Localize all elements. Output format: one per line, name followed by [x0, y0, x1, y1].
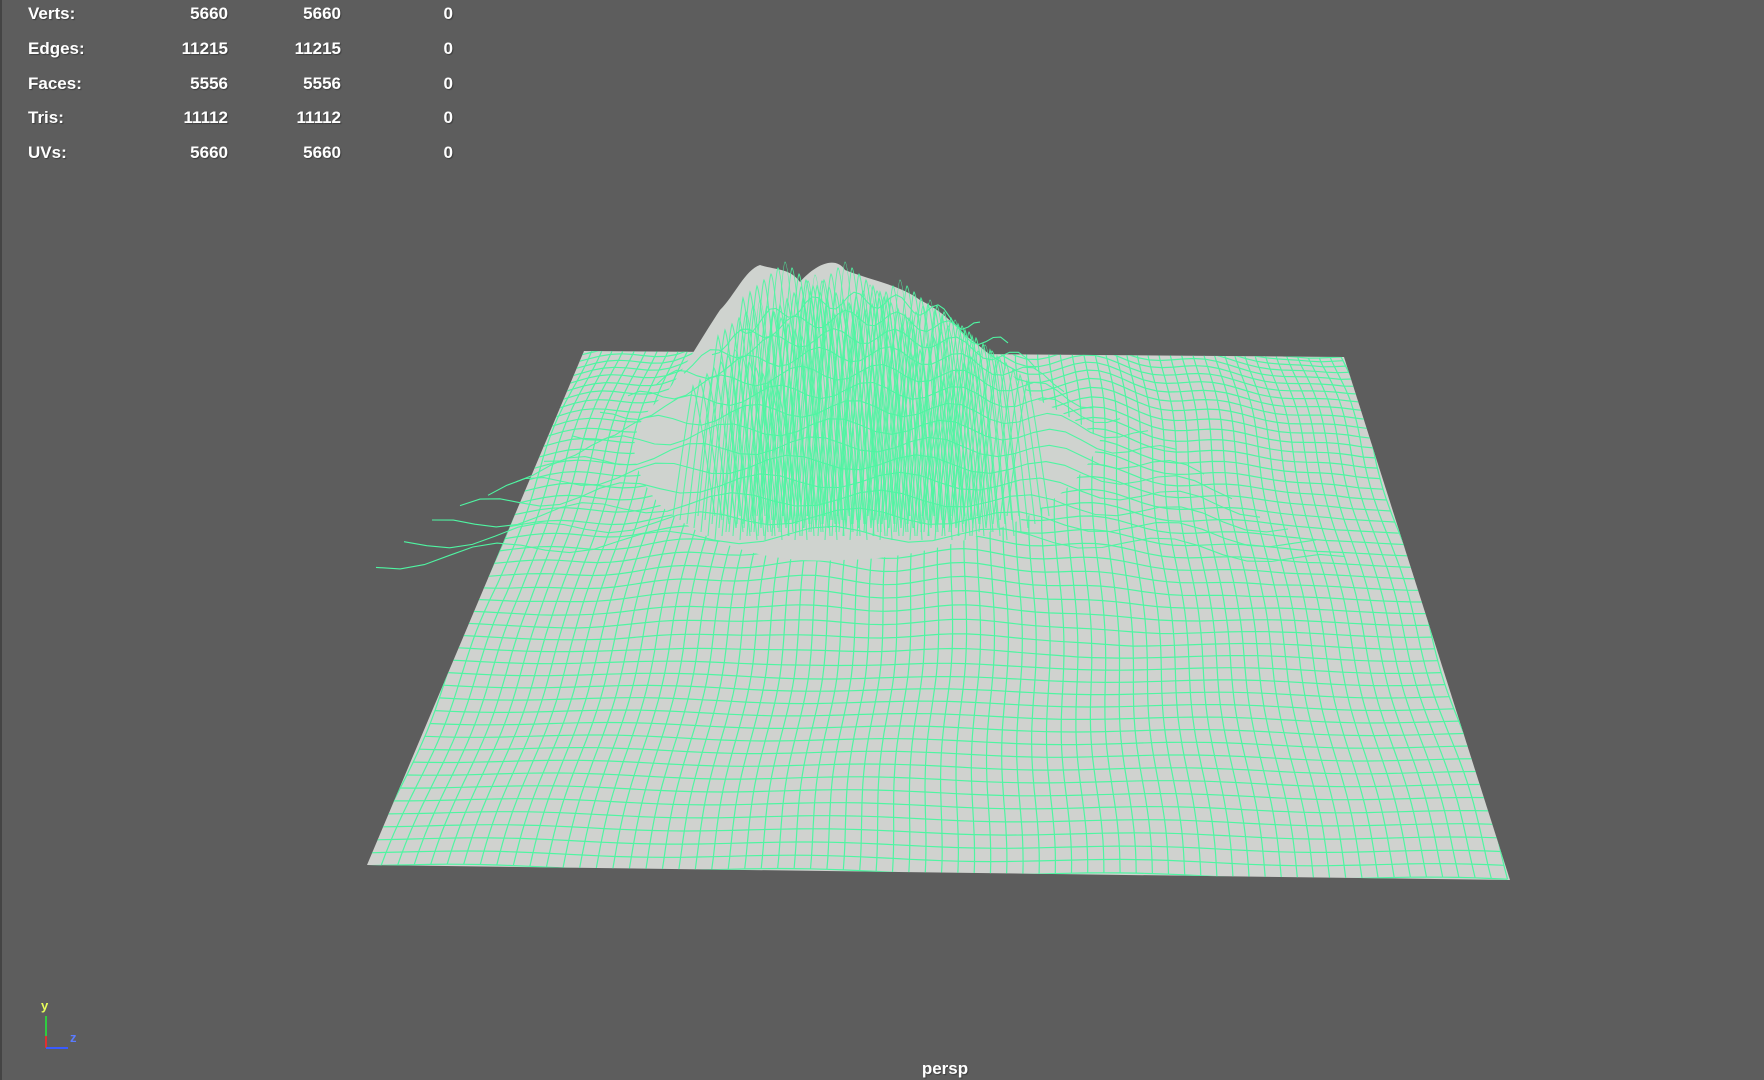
hud-value: 0	[443, 143, 453, 162]
hud-row-tris: Tris: 11112 11112 0	[0, 108, 480, 138]
poly-count-hud: Verts: 5660 5660 0 Edges: 11215 11215 0 …	[0, 0, 480, 170]
hud-row-faces: Faces: 5556 5556 0	[0, 74, 480, 104]
axis-gizmo-icon: y z	[34, 998, 94, 1060]
camera-name-label: persp	[921, 1059, 969, 1078]
hud-value: 11215	[294, 39, 341, 58]
hud-value: 0	[443, 4, 453, 23]
hud-label: Verts:	[28, 4, 76, 23]
hud-value: 5660	[190, 143, 228, 162]
hud-value: 5660	[190, 4, 228, 23]
axis-z-label: z	[70, 1030, 77, 1045]
hud-value: 11112	[183, 108, 228, 127]
hud-value: 5556	[303, 74, 341, 93]
hud-row-verts: Verts: 5660 5660 0	[0, 4, 480, 34]
hud-value: 5660	[303, 143, 341, 162]
hud-label: UVs:	[28, 143, 67, 162]
hud-label: Edges:	[28, 39, 85, 58]
axis-y-label: y	[41, 998, 49, 1013]
hud-row-edges: Edges: 11215 11215 0	[0, 39, 480, 69]
hud-label: Faces:	[28, 74, 82, 93]
hud-value: 5660	[303, 4, 341, 23]
hud-value: 0	[443, 39, 453, 58]
hud-row-uvs: UVs: 5660 5660 0	[0, 143, 480, 173]
hud-value: 0	[443, 108, 453, 127]
viewport-panel[interactable]: Verts: 5660 5660 0 Edges: 11215 11215 0 …	[0, 0, 1764, 1080]
hud-label: Tris:	[28, 108, 64, 127]
hud-value: 0	[443, 74, 453, 93]
hud-value: 5556	[190, 74, 228, 93]
hud-value: 11112	[296, 108, 341, 127]
hud-value: 11215	[181, 39, 228, 58]
